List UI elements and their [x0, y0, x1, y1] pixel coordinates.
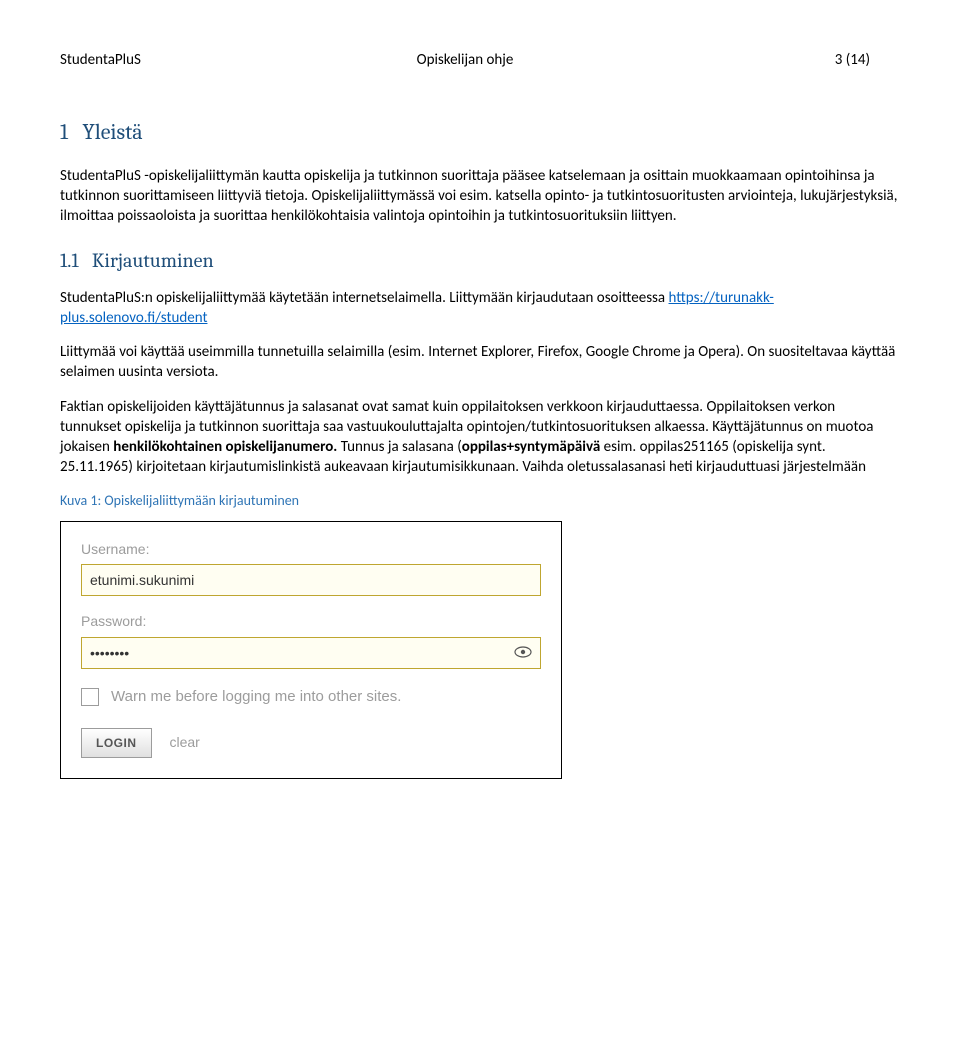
username-label: Username:	[81, 540, 541, 559]
section-1-heading: 1 Yleistä	[60, 118, 900, 148]
warn-checkbox-label: Warn me before logging me into other sit…	[111, 685, 401, 709]
section-1-1-paragraph-3: Faktian opiskelijoiden käyttäjätunnus ja…	[60, 397, 900, 478]
section-1-1-paragraph-1: StudentaPluS:n opiskelijaliittymää käyte…	[60, 288, 900, 329]
header-left: StudentaPluS	[60, 50, 330, 70]
username-input[interactable]: etunimi.sukunimi	[81, 564, 541, 596]
warn-checkbox-row[interactable]: Warn me before logging me into other sit…	[81, 685, 541, 709]
clear-button[interactable]: clear	[162, 727, 208, 758]
p3b: Tunnus ja salasana (	[337, 438, 461, 456]
header-center: Opiskelijan ohje	[330, 50, 600, 70]
page-header: StudentaPluS Opiskelijan ohje 3 (14)	[60, 50, 900, 70]
password-value: ••••••••	[90, 644, 129, 663]
username-value: etunimi.sukunimi	[90, 571, 194, 590]
password-input[interactable]: ••••••••	[81, 637, 541, 669]
section-number: 1	[60, 119, 68, 145]
subsection-title-text: Kirjautuminen	[92, 249, 214, 272]
section-1-1-heading: 1.1 Kirjautuminen	[60, 247, 900, 274]
warn-checkbox[interactable]	[81, 688, 99, 706]
subsection-number: 1.1	[60, 249, 79, 272]
section-title-text: Yleistä	[83, 119, 143, 145]
p3-bold1: henkilökohtainen opiskelijanumero.	[113, 438, 337, 456]
section-1-1-paragraph-2: Liittymää voi käyttää useimmilla tunnetu…	[60, 342, 900, 383]
figure-1-caption: Kuva 1: Opiskelijaliittymään kirjautumin…	[60, 492, 900, 511]
header-page-number: 3 (14)	[600, 50, 900, 70]
section-1-paragraph: StudentaPluS -opiskelijaliittymän kautta…	[60, 166, 900, 227]
login-screenshot: Username: etunimi.sukunimi Password: •••…	[60, 521, 562, 780]
para1-text: StudentaPluS:n opiskelijaliittymää käyte…	[60, 289, 669, 307]
password-label: Password:	[81, 612, 541, 631]
login-button[interactable]: LOGIN	[81, 728, 152, 758]
reveal-password-icon[interactable]	[514, 644, 532, 663]
p3-bold2: oppilas+syntymäpäivä	[462, 438, 601, 456]
login-button-row: LOGIN clear	[81, 727, 541, 758]
